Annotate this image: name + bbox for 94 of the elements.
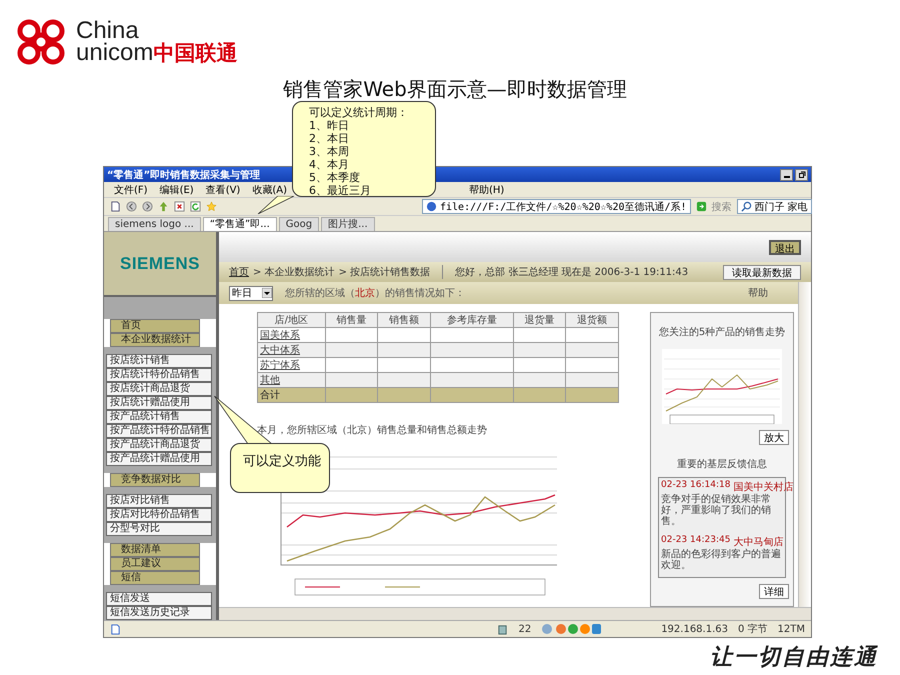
chart-caption: 本月，您所辖区域（北京）销售总量和销售总额走势 — [257, 424, 488, 437]
column-header: 退货额 — [566, 312, 618, 328]
column-header: 销售额 — [378, 312, 430, 328]
forward-icon[interactable] — [142, 201, 153, 212]
sidebar-item[interactable]: 按产品统计特价品销售 — [106, 424, 212, 438]
logo-text: China — [76, 20, 139, 42]
brand-logo-text: SIEMENS — [120, 254, 200, 274]
breadcrumb-item: > 按店统计销售数据 — [338, 266, 430, 279]
status-bytes: 0 字节 — [738, 622, 768, 636]
callout-text: 6、最近三月 — [309, 184, 372, 197]
greeting-text: 您好，总部 张三总经理 现在是 2006-3-1 19:11:43 — [455, 266, 688, 279]
sidebar-section-button[interactable]: 首页 — [110, 319, 200, 333]
row-label: 合计 — [260, 390, 280, 401]
menu-item[interactable]: 编辑(E) — [160, 182, 194, 196]
sidebar-item[interactable]: 按产品统计赠品使用 — [106, 452, 212, 466]
window-title: “零售通”即时销售数据采集与管理 — [107, 168, 260, 182]
feedback-title: 重要的基层反馈信息 — [677, 458, 767, 471]
search-label: 搜索 — [712, 200, 732, 214]
menu-item[interactable]: 帮助(H) — [469, 182, 504, 196]
panel-title: 您关注的5种产品的销售走势 — [658, 326, 786, 339]
browser-tab[interactable]: Goog — [278, 217, 320, 231]
callout-text: 4、本月 — [309, 158, 350, 171]
callout-text: 可以定义统计周期： — [309, 106, 409, 119]
horizontal-scrollbar[interactable] — [219, 607, 811, 620]
menu-item[interactable]: 文件(F) — [114, 182, 148, 196]
breadcrumb-link[interactable]: 首页 — [229, 265, 249, 279]
browser-tab[interactable]: 图片搜... — [321, 217, 375, 231]
sidebar-item[interactable]: 按产品统计销售 — [106, 410, 212, 424]
sidebar-item[interactable]: 按店统计商品退货 — [106, 382, 212, 396]
restore-button[interactable] — [795, 168, 808, 180]
status-count: 22 — [518, 624, 532, 634]
sidebar-item[interactable]: 分型号对比 — [106, 522, 212, 536]
sidebar-section-button[interactable]: 本企业数据统计 — [110, 333, 200, 347]
slide-title: 销售管家Web界面示意—即时数据管理 — [283, 76, 627, 102]
help-link[interactable]: 帮助 — [748, 286, 768, 300]
feedback-text: 新品的色彩得到客户的普遍欢迎。 — [661, 549, 782, 571]
sidebar-item[interactable]: 短信发送历史记录 — [106, 606, 212, 620]
bin-icon — [497, 624, 508, 634]
callout-text: 3、本周 — [309, 145, 350, 158]
browser-tab[interactable]: “零售通”即... — [202, 217, 277, 231]
feedback-time: 02-23 16:14:18 — [661, 480, 730, 492]
address-field[interactable]: file:///F:/工作文件/☆%20☆%20☆%20至德讯通/系! — [422, 199, 691, 214]
sidebar-section-button[interactable]: 数据清单 — [110, 543, 200, 557]
sidebar-item[interactable]: 按店对比特价品销售 — [106, 508, 212, 522]
sidebar-section-button[interactable]: 短信 — [110, 571, 200, 585]
logo-text: unicom — [76, 42, 154, 64]
region-note: 您所辖的区域（北京）的销售情况如下： — [285, 286, 465, 300]
minimize-icon — [784, 176, 790, 178]
column-header: 店/地区 — [258, 312, 326, 328]
logout-button[interactable]: 退出 — [769, 240, 801, 254]
sidebar-item[interactable]: 按店统计销售 — [106, 354, 212, 368]
callout-text: 5、本季度 — [309, 171, 361, 184]
stop-icon[interactable] — [174, 201, 185, 212]
status-speed: 12TM — [778, 624, 805, 634]
menu-item[interactable]: 收藏(A) — [252, 182, 287, 196]
breadcrumb-item: > 本企业数据统计 — [253, 266, 335, 279]
refresh-data-button[interactable]: 读取最新数据 — [723, 264, 801, 280]
tray-icons-drawing — [541, 623, 602, 635]
sidebar-item[interactable]: 按店对比销售 — [106, 494, 212, 508]
status-ip: 192.168.1.63 — [661, 624, 728, 634]
feedback-time: 02-23 14:23:45 — [661, 535, 730, 547]
callout-text: 2、本日 — [309, 132, 350, 145]
go-icon[interactable] — [696, 201, 707, 212]
star-icon[interactable] — [206, 201, 217, 212]
detail-button[interactable]: 详细 — [759, 584, 789, 599]
dropdown-icon — [262, 288, 272, 298]
restore-icon — [798, 170, 806, 178]
back-icon[interactable] — [126, 201, 137, 212]
sidebar-item[interactable]: 按店统计赠品使用 — [106, 396, 212, 410]
search-field[interactable]: 西门子 家电 — [736, 199, 812, 214]
callout-pointer — [256, 196, 296, 214]
zoom-button[interactable]: 放大 — [759, 430, 789, 445]
callout-text: 1、昨日 — [309, 119, 350, 132]
feedback-store: 大中马甸店 — [733, 536, 784, 548]
minimize-button[interactable] — [780, 168, 793, 180]
search-icon — [740, 201, 752, 212]
menu-item[interactable]: 查看(V) — [206, 182, 240, 196]
vertical-scrollbar[interactable] — [798, 282, 811, 607]
sidebar-item[interactable]: 按产品统计商品退货 — [106, 438, 212, 452]
period-select[interactable]: 昨日 — [229, 286, 273, 300]
callout-text: 可以定义功能 — [243, 453, 322, 470]
logo-chinese-text: 中国联通 — [153, 42, 238, 64]
column-header: 参考库存量 — [430, 312, 514, 328]
slogan-text: 让一切自由连通 — [710, 644, 878, 672]
browser-tab[interactable]: siemens logo ... — [108, 217, 201, 231]
sidebar-section-button[interactable]: 员工建议 — [110, 557, 200, 571]
sidebar-section-button[interactable]: 竞争数据对比 — [110, 473, 200, 487]
column-header: 销售量 — [325, 312, 378, 328]
sidebar-item[interactable]: 按店统计特价品销售 — [106, 368, 212, 382]
column-header: 退货量 — [513, 312, 566, 328]
feedback-store: 国美中关村店 — [733, 480, 794, 494]
sidebar-item[interactable]: 短信发送 — [106, 592, 212, 606]
refresh-icon[interactable] — [190, 201, 201, 212]
feedback-text: 竞争对手的促销效果非常好，严重影响了我们的销售。 — [661, 494, 772, 527]
